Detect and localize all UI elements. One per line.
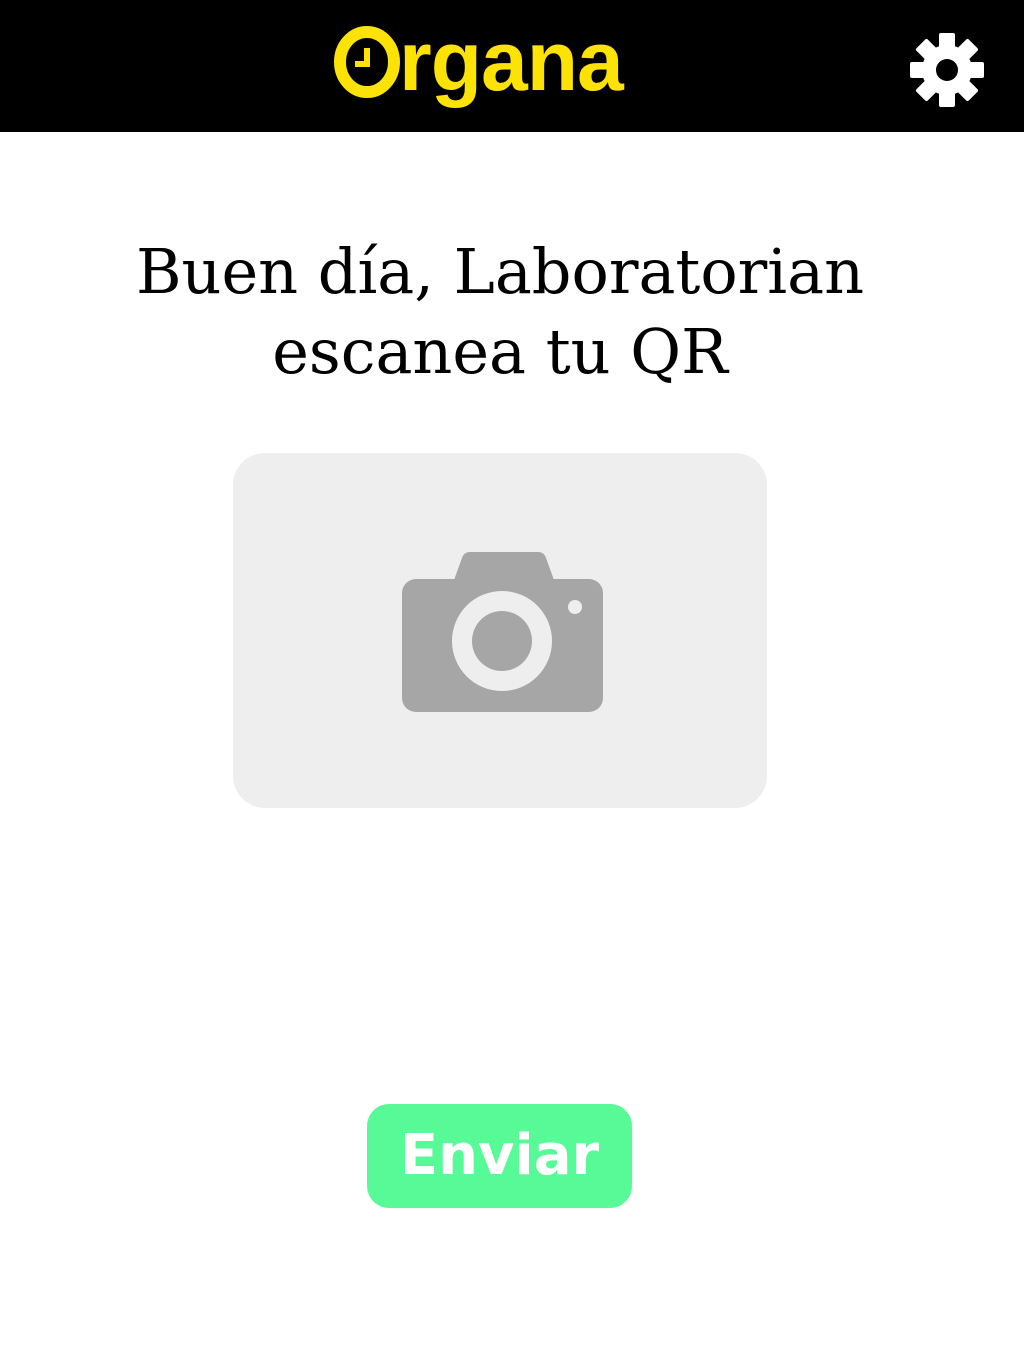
settings-button[interactable] xyxy=(908,32,986,108)
clock-o-icon xyxy=(333,24,401,100)
page: rgana Buen día, Laboratorian escanea tu … xyxy=(0,0,1024,1366)
gear-icon xyxy=(908,32,986,108)
greeting-line-1: Buen día, Laboratorian xyxy=(135,235,865,308)
camera-capture-area[interactable] xyxy=(233,453,767,808)
logo-text: rgana xyxy=(399,14,624,108)
send-button[interactable]: Enviar xyxy=(367,1104,632,1208)
greeting-heading: Buen día, Laboratorian escanea tu QR xyxy=(0,232,1000,392)
greeting-line-2: escanea tu QR xyxy=(272,315,728,388)
top-bar: rgana xyxy=(0,0,1024,132)
camera-icon xyxy=(402,550,603,712)
organa-logo: rgana xyxy=(333,14,624,118)
